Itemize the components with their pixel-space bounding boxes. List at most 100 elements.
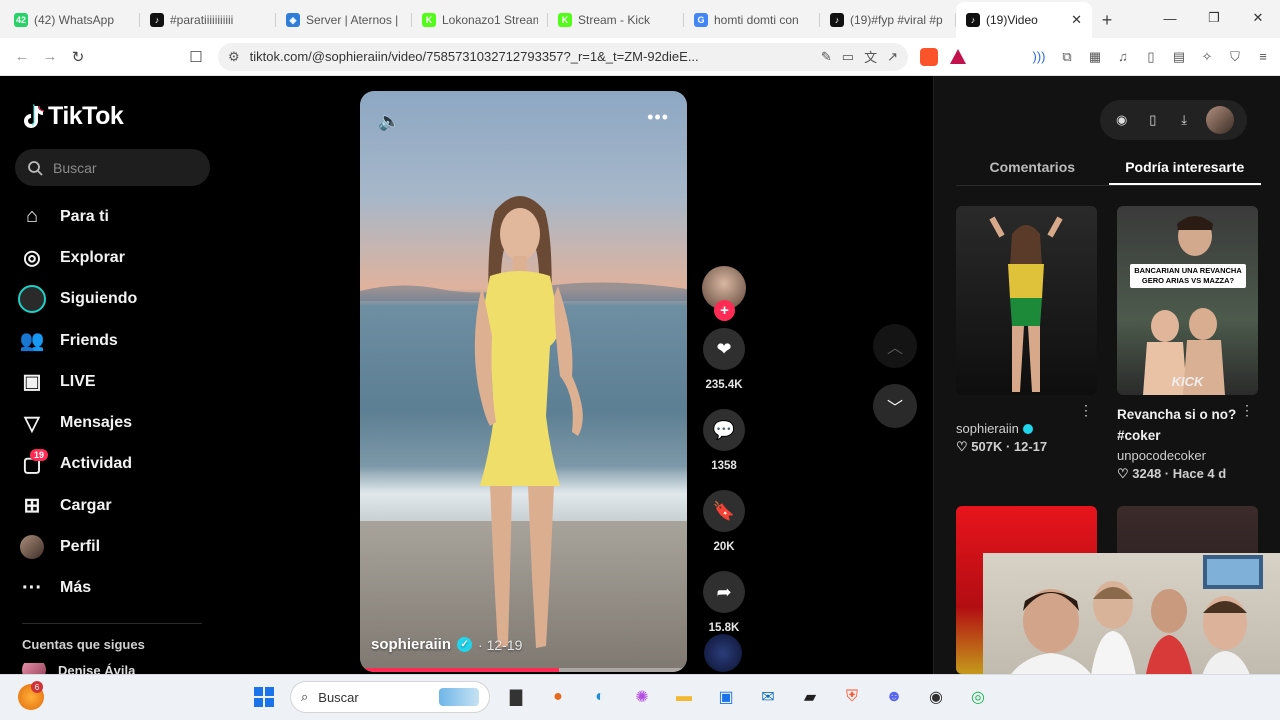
sidebar-item-friends[interactable]: 👥 Friends — [18, 320, 137, 361]
tab-comments[interactable]: Comentarios — [956, 156, 1109, 185]
browser-tab[interactable]: ♪ #paratiiiiiiiiiii — [140, 2, 276, 38]
sidebar-item-más[interactable]: ··· Más — [18, 568, 137, 609]
wallet-card-icon[interactable]: ▤ — [1170, 48, 1188, 66]
previous-video-button[interactable]: ︿ — [873, 324, 917, 368]
forward-icon[interactable]: → — [36, 43, 64, 71]
explore-icon[interactable]: ◉ — [1113, 112, 1131, 128]
bookmark-icon[interactable]: ☐ — [182, 43, 210, 71]
card-thumbnail[interactable] — [956, 206, 1097, 395]
url-field[interactable]: ⚙ tiktok.com/@sophieraiin/video/75857310… — [218, 42, 908, 71]
browser-tab[interactable]: 42 (42) WhatsApp — [4, 2, 140, 38]
card-author[interactable]: sophieraiin — [956, 421, 1097, 436]
minimize-icon[interactable]: — — [1148, 0, 1192, 36]
more-options-icon[interactable]: ••• — [647, 107, 669, 128]
browser-tab[interactable]: ◈ Server | Aternos | — [276, 2, 412, 38]
wallet-icon[interactable]: ▦ — [1086, 48, 1104, 66]
tab-favicon-icon: ♪ — [150, 13, 164, 27]
site-settings-icon[interactable]: ⚙ — [228, 49, 240, 65]
card-more-icon[interactable]: ⋮ — [1240, 402, 1254, 419]
sidebar-item-perfil[interactable]: Perfil — [18, 526, 137, 567]
music-disc-icon[interactable] — [704, 634, 742, 672]
video-author[interactable]: sophieraiin ✓ · 12-19 — [371, 636, 522, 653]
browser-tab-bar: 42 (42) WhatsApp ♪ #paratiiiiiiiiiii ◈ Server… — [0, 0, 1280, 38]
card-more-icon[interactable]: ⋮ — [1079, 402, 1093, 419]
tiktok-logo[interactable]: TikTok — [22, 102, 124, 131]
tab-favicon-icon: K — [558, 13, 572, 27]
taskbar-icons: ⌕ Buscar ▇ ● ◐ ✺ ▬ ▣ ✉ ▰ ⛨ ☻ ◉ ◎ — [248, 680, 994, 714]
vpn-icon[interactable]: ⛉ — [1226, 48, 1244, 66]
recommended-card[interactable]: sophieraiin ♡ 507K · 12-17 ⋮ — [956, 206, 1097, 455]
url-text: tiktok.com/@sophieraiin/video/7585731032… — [249, 49, 699, 64]
sidebar-item-explorar[interactable]: ◎ Explorar — [18, 237, 137, 278]
sidebar-item-cargar[interactable]: ⊞ Cargar — [18, 485, 137, 526]
profile-avatar-icon — [18, 533, 46, 561]
video-player[interactable]: 🔈 ••• sophieraiin ✓ · 12-19 — [360, 91, 687, 672]
discord-icon[interactable]: ☻ — [878, 680, 910, 714]
creator-avatar[interactable]: + — [702, 266, 746, 321]
share-icon[interactable]: ↗ — [887, 49, 898, 65]
browser-tab[interactable]: ♪ (19)Video ✕ — [956, 2, 1092, 38]
card-title[interactable]: Revancha si o no? #coker — [1117, 404, 1258, 446]
cast-icon[interactable]: ▭ — [842, 49, 854, 65]
file-explorer-icon[interactable]: ▬ — [668, 680, 700, 714]
edge-icon[interactable]: ◐ — [584, 680, 616, 714]
browser-tab[interactable]: K Stream - Kick — [548, 2, 684, 38]
music-icon[interactable]: ♫ — [1114, 48, 1132, 66]
tab-recommended[interactable]: Podría interesarte — [1108, 156, 1261, 185]
card-author[interactable]: unpocodecoker — [1117, 448, 1258, 463]
maximize-icon[interactable]: ❐ — [1192, 0, 1236, 36]
brave-shield-icon[interactable] — [920, 47, 938, 66]
tab-close-icon[interactable]: ✕ — [1071, 12, 1082, 28]
outlook-icon[interactable]: ✉ — [752, 680, 784, 714]
brave-rewards-icon[interactable] — [950, 49, 966, 64]
volume-icon[interactable]: 🔈 — [378, 111, 400, 132]
wifi-sound-icon[interactable]: ))) — [1030, 48, 1048, 66]
spotify-icon[interactable]: ◎ — [962, 680, 994, 714]
obs-icon[interactable]: ◉ — [920, 680, 952, 714]
copilot-icon[interactable]: ✺ — [626, 680, 658, 714]
search-input[interactable]: Buscar — [15, 149, 210, 186]
windows-start-icon[interactable] — [248, 680, 280, 714]
kick-watermark: KICK — [1171, 374, 1204, 389]
card-thumbnail[interactable]: BANCARIAN UNA REVANCHA GERO ARIAS VS MAZ… — [1117, 206, 1258, 395]
new-tab-button[interactable]: + — [1092, 2, 1122, 38]
microsoft-store-icon[interactable]: ▣ — [710, 680, 742, 714]
video-progress-bar[interactable] — [360, 668, 687, 672]
heart-icon[interactable]: ❤ — [703, 328, 745, 370]
chevron-down-icon: ﹀ — [886, 400, 903, 417]
share-arrow-icon[interactable]: ➦ — [703, 571, 745, 613]
sidebar-item-para-ti[interactable]: ⌂ Para ti — [18, 196, 137, 237]
back-icon[interactable]: ← — [8, 43, 36, 71]
task-view-icon[interactable]: ▇ — [500, 680, 532, 714]
browser-tab[interactable]: Ghomti domti con — [684, 2, 820, 38]
next-video-button[interactable]: ﹀ — [873, 384, 917, 428]
sidebar-item-siguiendo[interactable]: Siguiendo — [18, 279, 137, 320]
sidebar-nav: ⌂ Para ti ◎ Explorar Siguiendo 👥 Friends ▣ LIVE ▽… — [18, 196, 137, 609]
taskbar-search-input[interactable]: ⌕ Buscar — [290, 681, 490, 713]
download-icon[interactable]: ⤓ — [1175, 112, 1193, 128]
firefox-icon[interactable]: ● — [542, 680, 574, 714]
sidebar-item-live[interactable]: ▣ LIVE — [18, 361, 137, 402]
comment-icon[interactable]: 💬 — [703, 409, 745, 451]
recommended-card[interactable]: BANCARIAN UNA REVANCHA GERO ARIAS VS MAZ… — [1117, 206, 1258, 482]
translate-icon[interactable]: 文 — [864, 47, 877, 66]
menu-icon[interactable]: ≡ — [1254, 48, 1272, 66]
device-icon[interactable]: ▯ — [1144, 112, 1162, 128]
no-tracking-icon[interactable]: ✎ — [821, 49, 832, 65]
bookmark-icon[interactable]: 🔖 — [703, 490, 745, 532]
browser-tab[interactable]: ♪ (19)#fyp #viral #p — [820, 2, 956, 38]
leo-ai-icon[interactable]: ✧ — [1198, 48, 1216, 66]
browser-tab[interactable]: K Lokonazo1 Stream — [412, 2, 548, 38]
sidebar-item-actividad[interactable]: ▢ Actividad 19 — [18, 444, 137, 485]
sidebar-toggle-icon[interactable]: ▯ — [1142, 48, 1160, 66]
sidebar-item-mensajes[interactable]: ▽ Mensajes — [18, 402, 137, 443]
brave-icon[interactable]: ⛨ — [836, 680, 868, 714]
thumbnail-caption: BANCARIAN UNA REVANCHA GERO ARIAS VS MAZ… — [1130, 264, 1246, 288]
like-count: 235.4K — [705, 379, 743, 391]
notes-icon[interactable]: ▰ — [794, 680, 826, 714]
close-window-icon[interactable]: ✕ — [1236, 0, 1280, 36]
avatar[interactable] — [1206, 106, 1235, 134]
reload-icon[interactable]: ↻ — [64, 43, 92, 71]
extensions-icon[interactable]: ⧉ — [1058, 48, 1076, 66]
follow-plus-icon[interactable]: + — [714, 300, 735, 321]
